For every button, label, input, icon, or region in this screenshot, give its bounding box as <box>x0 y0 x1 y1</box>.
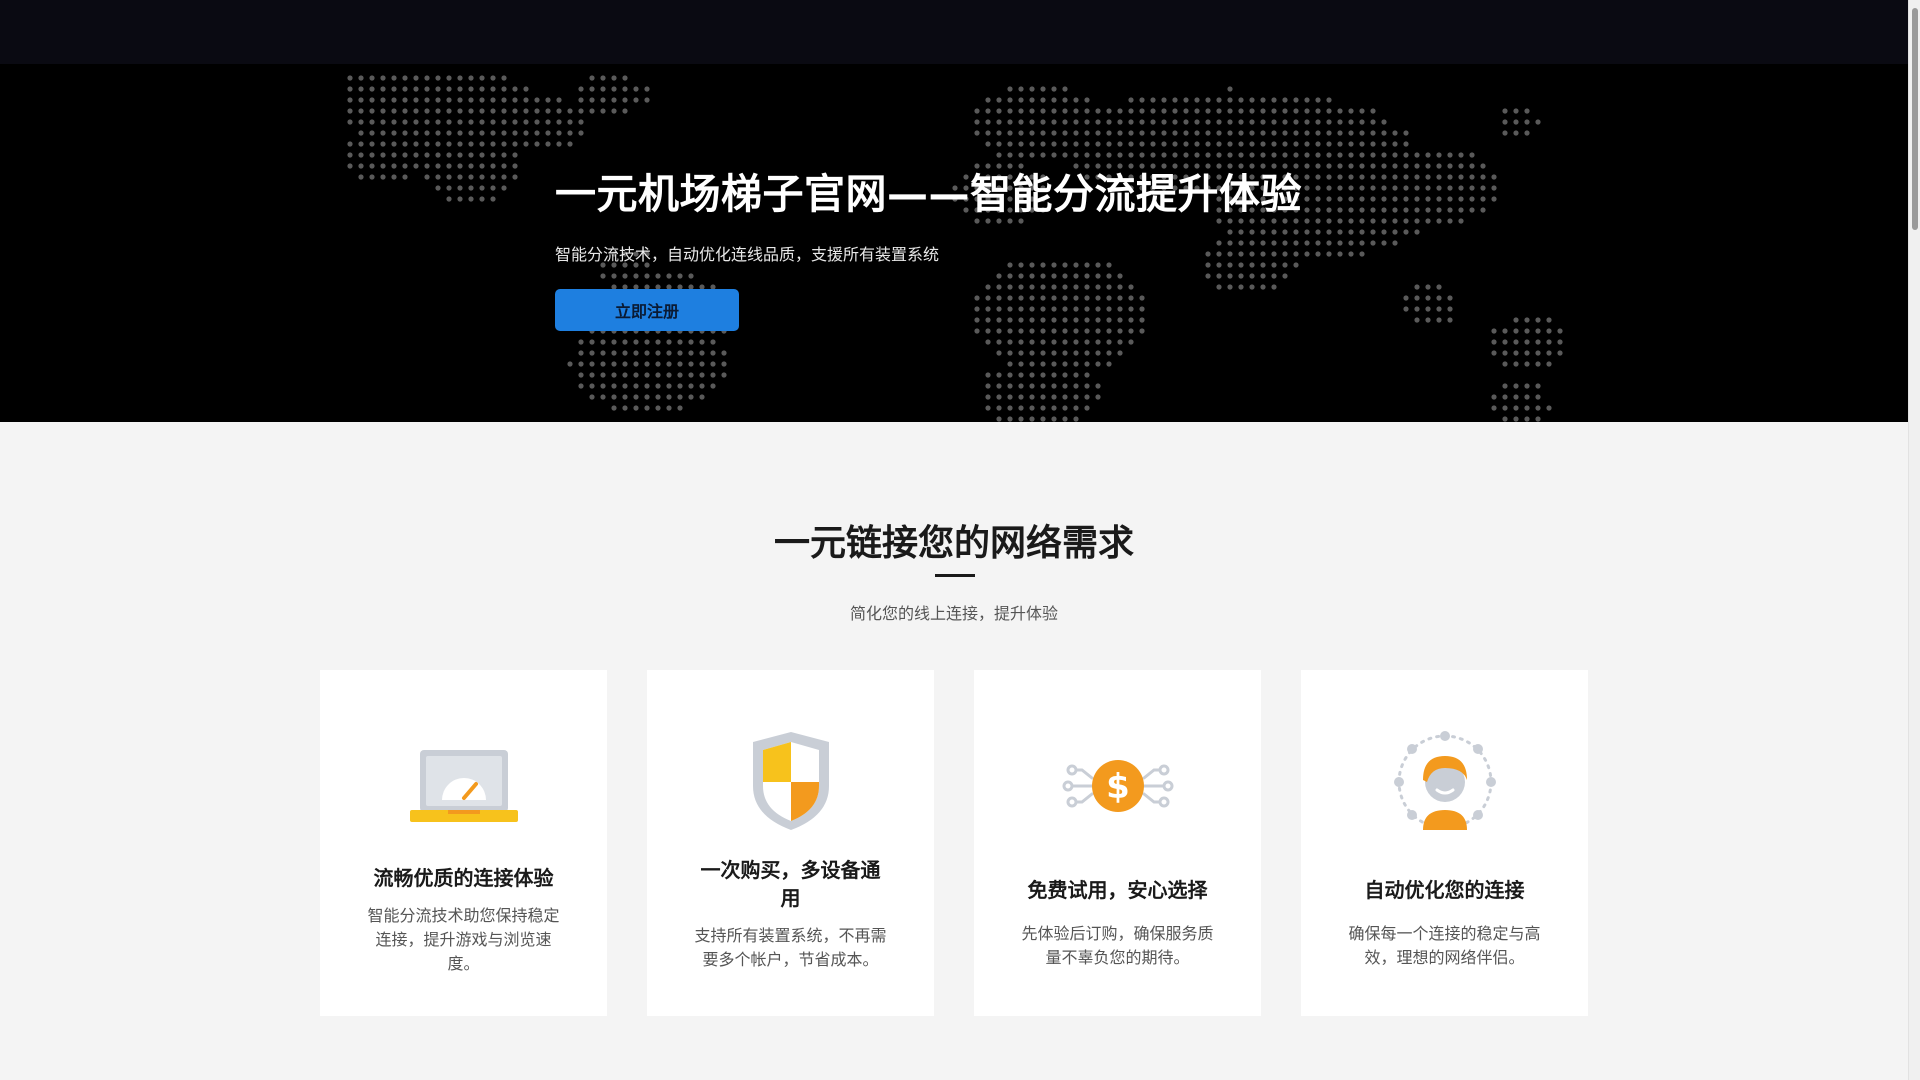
feature-card-title: 流畅优质的连接体验 <box>373 866 554 890</box>
features-title: 一元链接您的网络需求 <box>773 523 1134 564</box>
page: 一元机场梯子官网——智能分流提升体验 智能分流技术，自动优化连线品质，支援所有装… <box>0 0 1920 1080</box>
feature-card-description: 智能分流技术助您保持稳定连接，提升游戏与浏览速度。 <box>367 906 560 973</box>
feature-card: 一次购买，多设备通用 支持所有装置系统，不再需要多个帐户，节省成本。 <box>647 670 934 1016</box>
svg-text:$: $ <box>1106 767 1130 807</box>
user-network-icon <box>1393 731 1496 830</box>
feature-cards: 流畅优质的连接体验 智能分流技术助您保持稳定连接，提升游戏与浏览速度。 一次购买… <box>320 670 1590 1016</box>
hero-section: 一元机场梯子官网——智能分流提升体验 智能分流技术，自动优化连线品质，支援所有装… <box>0 64 1908 422</box>
top-nav-bar <box>0 0 1908 64</box>
feature-card-title: 免费试用，安心选择 <box>1027 878 1208 902</box>
feature-card: $ 免费试用，安心选择 先体验后订购，确保服务质量不辜负您的期待。 <box>974 670 1261 1016</box>
register-button[interactable]: 立即注册 <box>555 289 739 331</box>
feature-card-title: 一次购买，多设备通用 <box>700 858 881 910</box>
shield-icon <box>752 732 829 830</box>
page-scrollbar[interactable] <box>1908 0 1920 1080</box>
title-divider <box>935 574 975 577</box>
feature-card-title: 自动优化您的连接 <box>1364 878 1525 902</box>
feature-card-description: 先体验后订购，确保服务质量不辜负您的期待。 <box>1021 924 1214 967</box>
world-map-dots <box>347 75 1563 422</box>
feature-card-description: 确保每一个连接的稳定与高效，理想的网络伴侣。 <box>1348 924 1541 967</box>
speedometer-laptop-icon <box>409 750 518 822</box>
dollar-network-icon: $ <box>1062 760 1173 812</box>
hero-subtitle: 智能分流技术，自动优化连线品质，支援所有装置系统 <box>555 245 940 264</box>
feature-card: 自动优化您的连接 确保每一个连接的稳定与高效，理想的网络伴侣。 <box>1301 670 1588 1016</box>
features-subtitle: 简化您的线上连接，提升体验 <box>849 604 1058 623</box>
feature-card: 流畅优质的连接体验 智能分流技术助您保持稳定连接，提升游戏与浏览速度。 <box>320 670 607 1016</box>
hero-title: 一元机场梯子官网——智能分流提升体验 <box>555 170 1302 218</box>
feature-card-description: 支持所有装置系统，不再需要多个帐户，节省成本。 <box>694 926 887 969</box>
scrollbar-thumb[interactable] <box>1912 8 1918 230</box>
